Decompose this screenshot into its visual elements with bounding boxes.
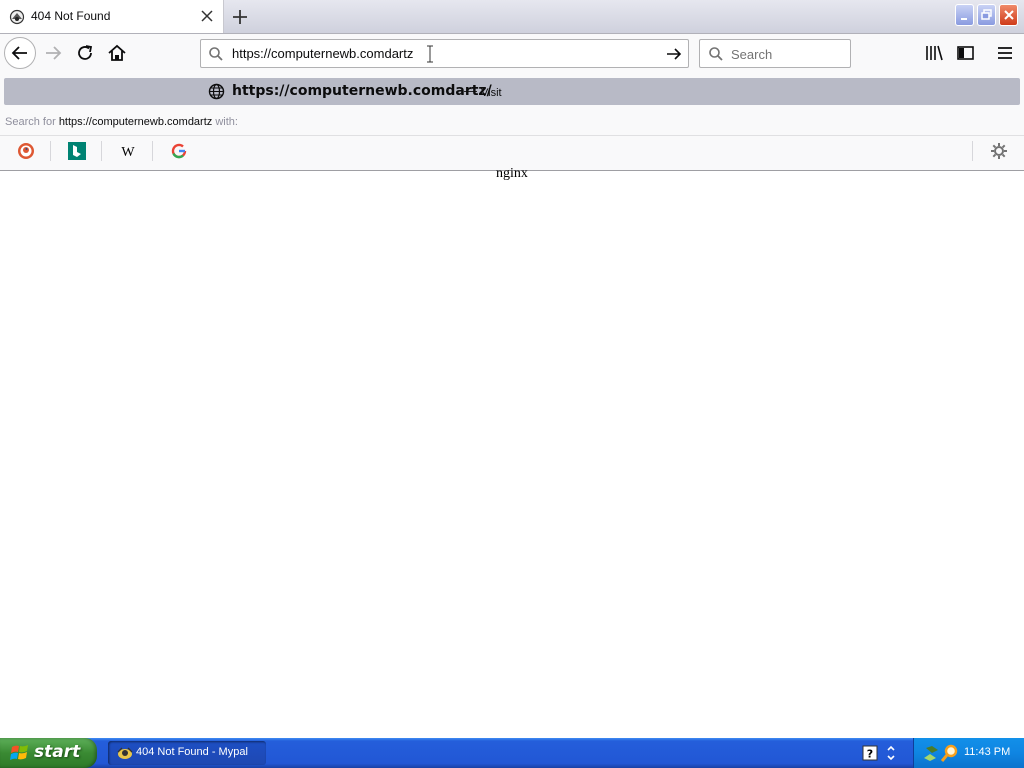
search-engine-bar (0, 135, 1024, 170)
help-icon[interactable]: ? (862, 745, 878, 761)
mypal-favicon-icon (9, 9, 25, 25)
search-for-suffix: with: (212, 116, 238, 128)
tab-active[interactable]: 404 Not Found (0, 0, 224, 33)
search-icon (709, 47, 723, 61)
engine-separator (972, 141, 973, 161)
clock: 11:43 PM (964, 746, 1011, 758)
search-bar[interactable]: Search (699, 39, 851, 68)
url-input[interactable]: https://computernewb.comdartz (232, 46, 413, 61)
engine-separator (101, 141, 102, 161)
url-suggestion-row[interactable]: https://computernewb.comdartz/ — Visit (4, 78, 1020, 105)
search-icon (209, 47, 223, 61)
library-icon[interactable] (924, 44, 944, 62)
sidebar-icon[interactable] (956, 44, 976, 62)
suggestion-dash: — (464, 83, 477, 98)
page-text: nginx (496, 166, 528, 181)
wikipedia-icon[interactable]: W (119, 142, 137, 160)
suggestion-url: https://computernewb.comdartz/ (232, 83, 492, 99)
hamburger-menu-icon[interactable] (995, 44, 1015, 62)
back-button[interactable] (4, 37, 36, 69)
svg-text:?: ? (867, 748, 873, 761)
suggestion-action: Visit (481, 87, 502, 99)
search-for-label: Search for https://computernewb.comdartz… (5, 116, 238, 128)
tray-arrows-icon[interactable] (884, 743, 898, 763)
search-placeholder: Search (731, 47, 773, 62)
bing-icon[interactable] (68, 142, 86, 160)
engine-separator (152, 141, 153, 161)
reload-icon[interactable] (72, 40, 98, 66)
network-icon[interactable] (922, 744, 940, 762)
forward-arrow-icon[interactable] (40, 40, 66, 66)
windows-logo-icon (10, 745, 28, 760)
search-for-prefix: Search for (5, 116, 59, 128)
new-tab-icon[interactable] (229, 6, 251, 28)
gear-icon[interactable] (990, 142, 1008, 160)
url-bar[interactable]: https://computernewb.comdartz (200, 39, 689, 68)
window-minimize-button[interactable] (955, 4, 974, 26)
minimize-icon (961, 18, 967, 20)
window-close-button[interactable] (999, 4, 1018, 26)
start-label: start (34, 742, 81, 762)
duckduckgo-icon[interactable] (17, 142, 35, 160)
mypal-app-icon (117, 747, 133, 759)
home-icon[interactable] (104, 40, 130, 66)
google-icon[interactable] (170, 142, 188, 160)
window-restore-button[interactable] (977, 4, 996, 26)
text-cursor-icon (427, 45, 433, 63)
taskbar-window-button[interactable]: 404 Not Found - Mypal (108, 741, 266, 765)
magnifier-tray-icon[interactable] (941, 744, 959, 762)
svg-text:W: W (121, 145, 135, 160)
restore-icon (981, 9, 992, 20)
go-arrow-icon[interactable] (665, 45, 683, 63)
globe-icon (208, 83, 225, 100)
tab-title: 404 Not Found (31, 9, 111, 23)
search-for-term: https://computernewb.comdartz (58, 116, 213, 128)
taskbar-window-label: 404 Not Found - Mypal (136, 746, 248, 758)
close-icon (1004, 10, 1014, 20)
tab-close-icon[interactable] (200, 9, 214, 23)
engine-separator (50, 141, 51, 161)
back-arrow-icon (11, 46, 27, 60)
start-button[interactable]: start (0, 738, 97, 768)
